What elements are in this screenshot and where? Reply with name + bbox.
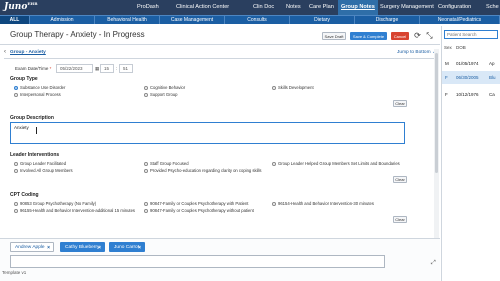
radio-cpt-90847-with-patient[interactable]: 90847-Family or Couples Psychotherapy wi… [144,201,248,206]
calendar-icon[interactable]: ▦ [95,66,99,72]
col-dob-header: DOB [456,45,466,50]
group-type-section: Group Type Substance Use Disorder Cognit… [10,76,407,108]
form-tab-bar: ‹ Group - Anxiety Jump to Bottom ⌄ [4,49,436,59]
radio-cpt-90847-without-patient[interactable]: 90847-Family or Couples Psychotherapy wi… [144,208,254,213]
nav-prodash[interactable]: ProDash [137,0,159,15]
collapse-icon[interactable]: ⤡ [425,31,434,40]
radio-cognitive-behavior[interactable]: Cognitive Behavior [144,85,185,90]
cpt-coding-section: CPT Coding 90853 Group Psychotherapy (No… [10,192,407,224]
radio-cpt-96155[interactable]: 96155-Health and Behavior Intervention-a… [14,208,135,213]
template-version: Template v1 [2,270,27,275]
page-header: Group Therapy - Anxiety - In Progress Sa… [0,26,440,45]
cat-case-management[interactable]: Case Management [160,16,225,24]
nav-clin-doc[interactable]: Clin Doc [253,0,274,15]
exam-hour-field[interactable]: 15 [100,64,114,73]
cat-dietary[interactable]: Dietary [290,16,355,24]
leader-interventions-clear-button[interactable]: Clear [393,176,407,183]
patient-tab-andrew-apple[interactable]: Andrew Apple × [10,242,54,252]
patient-search-input[interactable] [444,30,498,39]
nav-clinical-action-center[interactable]: Clinical Action Center [176,0,229,15]
page-title: Group Therapy - Anxiety - In Progress [10,30,145,39]
cpt-coding-clear-button[interactable]: Clear [393,216,407,223]
radio-psycho-education[interactable]: Provided Psycho-education regarding clar… [144,168,262,173]
cat-consults[interactable]: Consults [225,16,290,24]
cpt-coding-title: CPT Coding [10,192,39,198]
tab-group-anxiety[interactable]: Group - Anxiety [10,50,46,55]
category-nav: ALL Admission Behavioral Health Case Man… [0,15,500,24]
close-icon[interactable]: × [138,243,141,253]
patient-row[interactable]: F 10/12/1976 Ca [442,88,500,101]
nav-notes[interactable]: Notes [286,0,301,15]
group-type-title: Group Type [10,76,38,82]
cat-all[interactable]: ALL [0,16,30,24]
patient-row[interactable]: M 01/05/1974 Ap [442,57,500,70]
app-logo: JunoEHR [4,1,38,12]
nav-group-notes[interactable]: Group Notes [338,0,378,15]
cat-behavioral-health[interactable]: Behavioral Health [95,16,160,24]
nav-surgery-management[interactable]: Surgery Management [380,0,434,15]
radio-cpt-96154[interactable]: 96154-Health and Behavior Intervention-3… [272,201,374,206]
exam-date-field[interactable]: 05/22/2023 [56,64,93,73]
radio-support-group[interactable]: Support Group [144,92,177,97]
patient-tab-bar: Andrew Apple × Cathy Blueberry × Juno Carr… [0,238,440,281]
cancel-button[interactable]: Cancel [391,32,409,40]
cat-discharge[interactable]: Discharge [355,16,420,24]
leader-interventions-title: Leader Interventions [10,152,60,158]
jump-to-bottom-link[interactable]: Jump to Bottom ⌄ [397,50,436,55]
save-complete-button[interactable]: Save & Complete [350,32,387,40]
refresh-icon[interactable]: ⟳ [413,31,422,40]
radio-group-leader-facilitated[interactable]: Group Leader Facilitated [14,161,66,166]
cat-admission[interactable]: Admission [30,16,95,24]
radio-cpt-90853[interactable]: 90853 Group Psychotherapy (No Family) [14,201,96,206]
text-cursor [36,127,37,134]
scrollbar-thumb[interactable] [435,53,438,173]
nav-schedule[interactable]: Sche [486,0,499,15]
radio-involved-all-members[interactable]: Involved All Group Members [14,168,73,173]
radio-set-limits-boundaries[interactable]: Group Leader Helped Group Members Set Li… [272,161,400,166]
group-type-clear-button[interactable]: Clear [393,100,407,107]
group-description-textarea[interactable]: Anxiety [10,122,405,144]
cat-neonatal-pediatrics[interactable]: Neonatal/Pediatrics [420,16,500,24]
chevron-left-icon[interactable]: ‹ [4,49,6,55]
radio-skills-development[interactable]: Skills Development [272,85,314,90]
close-icon[interactable]: × [98,243,101,253]
col-sex-header: Sex [444,45,452,50]
exam-datetime-label: Exam Date/Time * [15,66,52,71]
exam-minute-field[interactable]: 51 [119,64,133,73]
group-description-title: Group Description [10,115,54,121]
save-draft-button[interactable]: Save Draft [322,32,346,40]
nav-care-plan[interactable]: Care Plan [309,0,334,15]
form-scrollbar[interactable] [434,49,439,245]
radio-staff-group-focused[interactable]: Staff Group Focused [144,161,189,166]
patient-tab-cathy-blueberry[interactable]: Cathy Blueberry × [60,242,105,252]
expand-icon[interactable]: ⤢ [431,260,436,267]
leader-interventions-section: Leader Interventions Group Leader Facili… [10,152,407,184]
patient-row[interactable]: F 06/30/2005 Blu [442,71,500,84]
radio-interpersonal-process[interactable]: Interpersonal Process [14,92,61,97]
radio-substance-use[interactable]: Substance Use Disorder [14,85,65,90]
patient-notes-input[interactable] [10,255,385,268]
top-nav: JunoEHR ProDash Clinical Action Center C… [0,0,500,15]
time-separator: : [116,66,118,71]
nav-configuration[interactable]: Configuration [438,0,471,15]
patient-tab-juno-carrot[interactable]: Juno Carrot × [109,242,145,252]
close-icon[interactable]: × [47,243,50,253]
patient-sidebar: Sex DOB M 01/05/1974 Ap F 06/30/2005 Blu… [441,26,500,281]
